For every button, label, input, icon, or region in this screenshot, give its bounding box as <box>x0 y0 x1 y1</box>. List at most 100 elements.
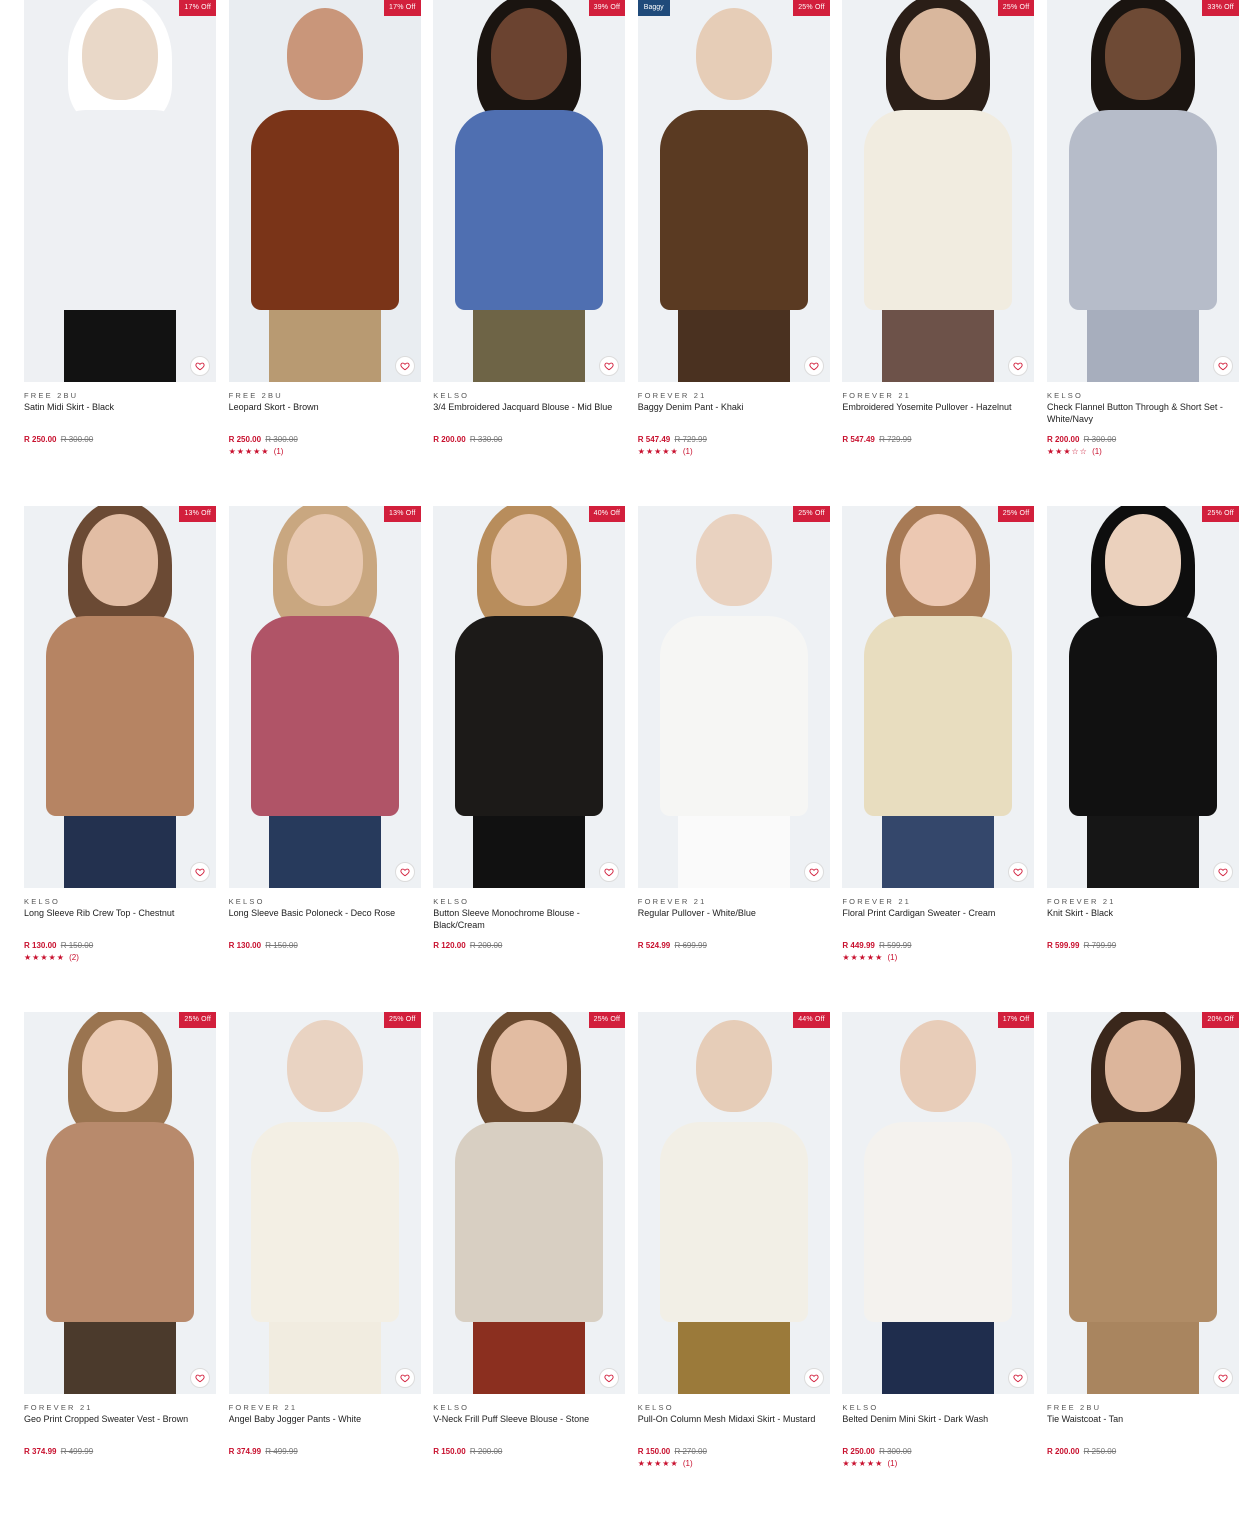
product-card[interactable]: 25% Off FOREVER 21 Knit Skirt - Black R … <box>1046 506 1239 1012</box>
product-brand[interactable]: KELSO <box>433 1403 625 1413</box>
product-brand[interactable]: FOREVER 21 <box>842 391 1034 401</box>
wishlist-heart-icon[interactable] <box>803 862 824 882</box>
wishlist-heart-icon[interactable] <box>394 356 415 376</box>
product-image[interactable]: 17% Off <box>842 1012 1035 1394</box>
product-brand[interactable]: KELSO <box>433 391 625 401</box>
original-price: R 699.99 <box>674 941 707 950</box>
product-name[interactable]: Long Sleeve Rib Crew Top - Chestnut <box>24 908 216 931</box>
product-brand[interactable]: KELSO <box>433 897 625 907</box>
product-rating[interactable]: ★★★★★ (1) <box>638 1459 830 1469</box>
product-name[interactable]: V-Neck Frill Puff Sleeve Blouse - Stone <box>433 1414 625 1437</box>
product-name[interactable]: Baggy Denim Pant - Khaki <box>638 402 830 425</box>
product-brand[interactable]: FREE 2BU <box>229 391 421 401</box>
product-image[interactable]: 25% Off <box>433 1012 626 1394</box>
product-card[interactable]: 17% Off FREE 2BU Satin Midi Skirt - Blac… <box>24 0 216 506</box>
product-rating[interactable]: ★★★★★ (1) <box>842 1459 1034 1469</box>
product-name[interactable]: Angel Baby Jogger Pants - White <box>229 1414 421 1437</box>
wishlist-heart-icon[interactable] <box>190 356 210 376</box>
product-name[interactable]: Check Flannel Button Through & Short Set… <box>1047 402 1239 425</box>
product-image[interactable]: 25% Off <box>1046 506 1239 888</box>
product-name[interactable]: Belted Denim Mini Skirt - Dark Wash <box>842 1414 1034 1437</box>
product-rating[interactable]: ★★★★★ (1) <box>842 953 1034 963</box>
product-brand[interactable]: FREE 2BU <box>24 391 216 401</box>
wishlist-heart-icon[interactable] <box>1212 862 1233 882</box>
product-brand[interactable]: FOREVER 21 <box>842 897 1034 907</box>
product-image[interactable]: 25% Off <box>842 506 1035 888</box>
product-name[interactable]: Knit Skirt - Black <box>1047 908 1239 931</box>
product-card[interactable]: 17% Off FREE 2BU Leopard Skort - Brown R… <box>228 0 421 506</box>
product-image[interactable]: 20% Off <box>1046 1012 1239 1394</box>
discount-badge: 17% Off <box>179 0 216 16</box>
product-tag: Baggy <box>637 0 670 16</box>
product-rating[interactable]: ★★★★★ (1) <box>638 447 830 457</box>
product-brand[interactable]: FOREVER 21 <box>1047 897 1239 907</box>
product-brand[interactable]: KELSO <box>229 897 421 907</box>
product-card[interactable]: 25% Off FOREVER 21 Geo Print Cropped Swe… <box>24 1012 216 1518</box>
wishlist-heart-icon[interactable] <box>803 356 824 376</box>
product-image[interactable]: 17% Off <box>24 0 216 382</box>
product-brand[interactable]: FOREVER 21 <box>24 1403 216 1413</box>
product-image[interactable]: 33% Off <box>1046 0 1239 382</box>
product-brand[interactable]: KELSO <box>24 897 216 907</box>
product-image[interactable]: 25% Off <box>637 506 830 888</box>
product-name[interactable]: Embroidered Yosemite Pullover - Hazelnut <box>842 402 1034 425</box>
product-prices: R 374.99 R 499.99 <box>229 1447 421 1457</box>
product-card[interactable]: 25% Off KELSO V-Neck Frill Puff Sleeve B… <box>433 1012 626 1518</box>
product-image[interactable]: 13% Off <box>228 506 421 888</box>
product-image[interactable]: 25% Off <box>842 0 1035 382</box>
product-name[interactable]: Regular Pullover - White/Blue <box>638 908 830 931</box>
product-card[interactable]: 44% Off KELSO Pull-On Column Mesh Midaxi… <box>637 1012 830 1518</box>
product-card[interactable]: 13% Off KELSO Long Sleeve Basic Poloneck… <box>228 506 421 1012</box>
wishlist-heart-icon[interactable] <box>1212 1368 1233 1388</box>
product-image[interactable]: 13% Off <box>24 506 216 888</box>
original-price: R 330.00 <box>469 435 503 444</box>
product-rating[interactable]: ★★★☆☆ (1) <box>1047 447 1239 457</box>
product-name[interactable]: Pull-On Column Mesh Midaxi Skirt - Musta… <box>638 1414 830 1437</box>
sale-price: R 374.99 <box>228 1447 262 1456</box>
product-card[interactable]: 39% Off KELSO 3/4 Embroidered Jacquard B… <box>433 0 626 506</box>
wishlist-heart-icon[interactable] <box>1212 356 1233 376</box>
original-price: R 200.00 <box>469 1447 503 1456</box>
product-brand[interactable]: KELSO <box>842 1403 1034 1413</box>
product-card[interactable]: 25% Off FOREVER 21 Regular Pullover - Wh… <box>637 506 830 1012</box>
product-card[interactable]: 20% Off FREE 2BU Tie Waistcoat - Tan R 2… <box>1046 1012 1239 1518</box>
wishlist-heart-icon[interactable] <box>190 862 210 882</box>
wishlist-heart-icon[interactable] <box>190 1368 210 1388</box>
product-name[interactable]: Satin Midi Skirt - Black <box>24 402 216 425</box>
product-card[interactable]: 33% Off KELSO Check Flannel Button Throu… <box>1046 0 1239 506</box>
product-name[interactable]: 3/4 Embroidered Jacquard Blouse - Mid Bl… <box>433 402 625 425</box>
product-card[interactable]: 40% Off KELSO Button Sleeve Monochrome B… <box>433 506 626 1012</box>
original-price: R 300.00 <box>879 1447 912 1456</box>
product-name[interactable]: Floral Print Cardigan Sweater - Cream <box>842 908 1034 931</box>
product-brand[interactable]: FREE 2BU <box>1047 1403 1239 1413</box>
original-price: R 300.00 <box>265 435 298 444</box>
product-card[interactable]: 13% Off KELSO Long Sleeve Rib Crew Top -… <box>24 506 216 1012</box>
product-image[interactable]: 25% Off <box>24 1012 216 1394</box>
product-card[interactable]: 25% Off FOREVER 21 Embroidered Yosemite … <box>842 0 1035 506</box>
wishlist-heart-icon[interactable] <box>394 1368 415 1388</box>
product-brand[interactable]: FOREVER 21 <box>229 1403 421 1413</box>
product-name[interactable]: Tie Waistcoat - Tan <box>1047 1414 1239 1437</box>
product-card[interactable]: 25% Off FOREVER 21 Floral Print Cardigan… <box>842 506 1035 1012</box>
product-card[interactable]: 17% Off KELSO Belted Denim Mini Skirt - … <box>842 1012 1035 1518</box>
product-card[interactable]: Baggy 25% Off FOREVER 21 Baggy Denim Pan… <box>637 0 830 506</box>
product-brand[interactable]: KELSO <box>1047 391 1239 401</box>
wishlist-heart-icon[interactable] <box>803 1368 824 1388</box>
product-image[interactable]: Baggy 25% Off <box>637 0 830 382</box>
product-rating[interactable]: ★★★★★ (1) <box>229 447 421 457</box>
product-brand[interactable]: KELSO <box>638 1403 830 1413</box>
wishlist-heart-icon[interactable] <box>394 862 415 882</box>
product-brand[interactable]: FOREVER 21 <box>638 897 830 907</box>
product-name[interactable]: Leopard Skort - Brown <box>229 402 421 425</box>
product-name[interactable]: Long Sleeve Basic Poloneck - Deco Rose <box>229 908 421 931</box>
product-name[interactable]: Geo Print Cropped Sweater Vest - Brown <box>24 1414 216 1437</box>
product-image[interactable]: 25% Off <box>228 1012 421 1394</box>
product-rating[interactable]: ★★★★★ (2) <box>24 953 216 963</box>
product-image[interactable]: 17% Off <box>228 0 421 382</box>
product-brand[interactable]: FOREVER 21 <box>638 391 830 401</box>
product-image[interactable]: 39% Off <box>433 0 626 382</box>
product-card[interactable]: 25% Off FOREVER 21 Angel Baby Jogger Pan… <box>228 1012 421 1518</box>
product-image[interactable]: 40% Off <box>433 506 626 888</box>
product-image[interactable]: 44% Off <box>637 1012 830 1394</box>
product-name[interactable]: Button Sleeve Monochrome Blouse - Black/… <box>433 908 625 931</box>
